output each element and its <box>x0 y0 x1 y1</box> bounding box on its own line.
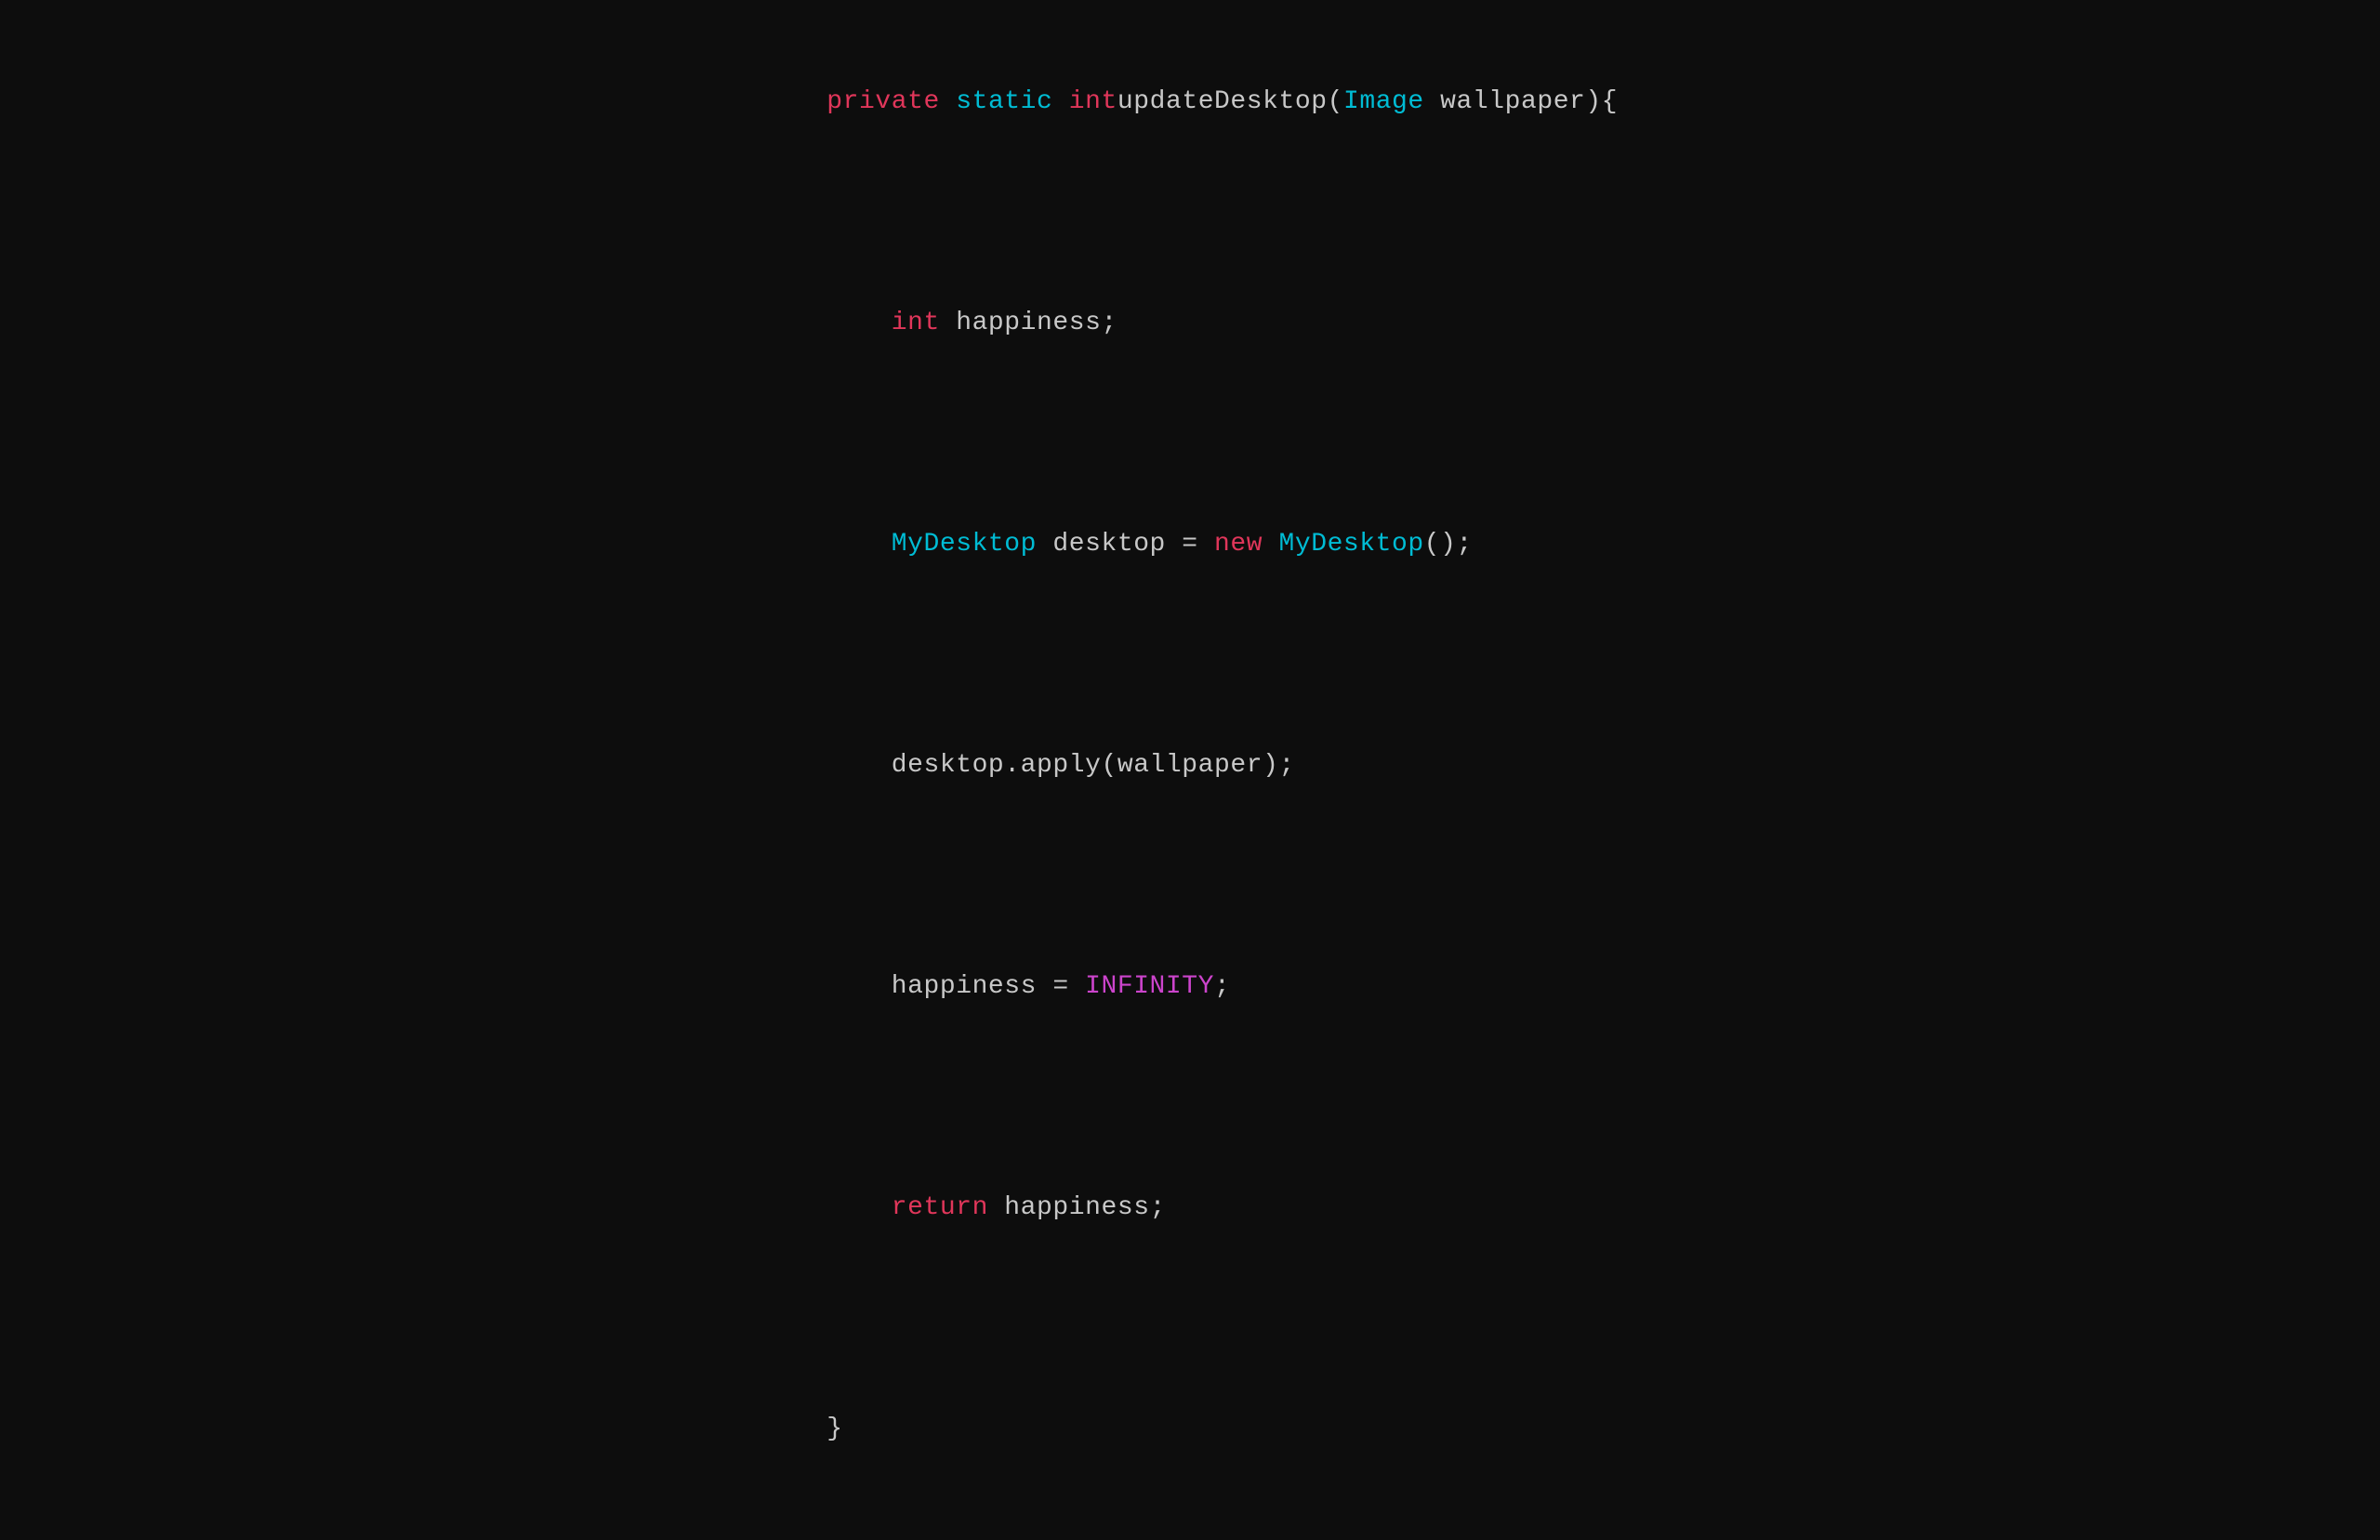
line5-semi: ; <box>1214 972 1230 1001</box>
code-line-2: int happiness; <box>762 257 1618 389</box>
code-line-1: private static intupdateDesktop(Image wa… <box>762 36 1618 169</box>
method-name: updateDesktop( <box>1117 87 1343 116</box>
constant-infinity: INFINITY <box>1085 972 1214 1001</box>
keyword-static: static <box>956 87 1052 116</box>
keyword-int-2: int <box>892 309 940 337</box>
type-mydesktop-1: MyDesktop <box>892 530 1037 559</box>
line2-plain: happiness; <box>940 309 1117 337</box>
type-mydesktop-2: MyDesktop <box>1278 530 1423 559</box>
code-line-5: happiness = INFINITY; <box>762 920 1618 1053</box>
line4-plain: desktop.apply(wallpaper); <box>892 751 1295 780</box>
space-1 <box>940 87 956 116</box>
code-line-6: return happiness; <box>762 1141 1618 1274</box>
line6-plain: happiness; <box>988 1193 1166 1222</box>
param-plain: wallpaper){ <box>1424 87 1618 116</box>
code-line-7: } <box>762 1362 1618 1495</box>
keyword-private: private <box>826 87 940 116</box>
space-2 <box>1052 87 1068 116</box>
line3-plain1: desktop = <box>1037 530 1214 559</box>
closing-brace: } <box>826 1415 842 1443</box>
keyword-int-1: int <box>1069 87 1117 116</box>
code-display: private static intupdateDesktop(Image wa… <box>762 0 1618 1540</box>
code-line-4: desktop.apply(wallpaper); <box>762 699 1618 832</box>
code-line-3: MyDesktop desktop = new MyDesktop(); <box>762 478 1618 611</box>
line5-var: happiness = <box>892 972 1085 1001</box>
type-image: Image <box>1343 87 1424 116</box>
line3-plain2: (); <box>1424 530 1473 559</box>
keyword-return: return <box>892 1193 988 1222</box>
keyword-new: new <box>1214 530 1263 559</box>
